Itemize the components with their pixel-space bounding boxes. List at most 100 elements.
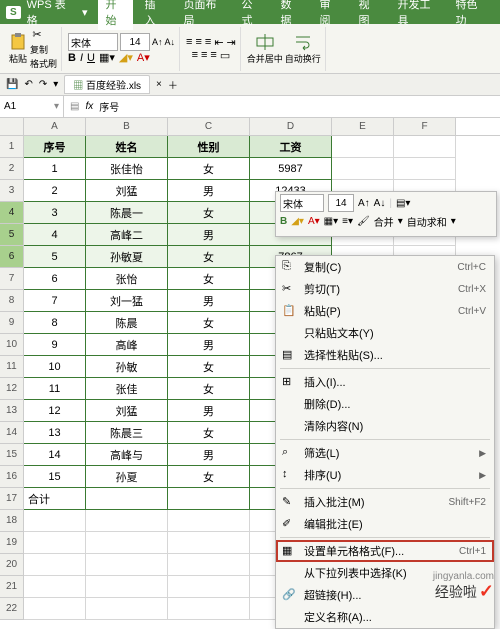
bold-button[interactable]: B: [68, 52, 76, 64]
cell[interactable]: [332, 158, 394, 180]
cell[interactable]: [24, 576, 86, 598]
qat-save-icon[interactable]: 💾: [6, 79, 18, 90]
cell[interactable]: 序号: [24, 136, 86, 158]
cell[interactable]: 1: [24, 158, 86, 180]
cell[interactable]: 男: [168, 290, 250, 312]
cell[interactable]: [394, 136, 456, 158]
menu-item[interactable]: ⊞插入(I)...: [276, 371, 494, 393]
row-header[interactable]: 6: [0, 246, 24, 268]
tab-close-icon[interactable]: ×: [156, 79, 162, 90]
menu-item[interactable]: ⌕筛选(L)▶: [276, 442, 494, 464]
insert-fn-icon[interactable]: ▤: [70, 101, 79, 112]
cell[interactable]: 张佳: [86, 378, 168, 400]
name-box[interactable]: A1 ▾: [0, 96, 64, 117]
row-header[interactable]: 8: [0, 290, 24, 312]
mini-format-icon[interactable]: ▤▾: [396, 198, 410, 209]
row-header[interactable]: 16: [0, 466, 24, 488]
cell[interactable]: 陈晨一: [86, 202, 168, 224]
cell[interactable]: 女: [168, 466, 250, 488]
border-button[interactable]: ▦▾: [99, 51, 115, 64]
mini-dec-font-icon[interactable]: A↓: [374, 198, 386, 209]
mini-fontcolor-icon[interactable]: A▾: [308, 216, 320, 227]
indent-inc-icon[interactable]: ⇥: [227, 36, 236, 49]
row-header[interactable]: 3: [0, 180, 24, 202]
qat-redo-icon[interactable]: ↷: [39, 79, 47, 90]
align-top-icon[interactable]: ≡: [186, 36, 192, 48]
cell[interactable]: [168, 532, 250, 554]
increase-font-icon[interactable]: A↑: [152, 37, 163, 47]
cell[interactable]: 女: [168, 378, 250, 400]
cell[interactable]: 男: [168, 334, 250, 356]
italic-button[interactable]: I: [80, 52, 83, 64]
cell[interactable]: 孙夏: [86, 466, 168, 488]
cut-button[interactable]: ✂: [30, 28, 57, 42]
cell[interactable]: 张佳怡: [86, 158, 168, 180]
tab-data[interactable]: 数据: [273, 0, 308, 30]
mini-autosum-button[interactable]: 自动求和: [407, 214, 447, 229]
cell[interactable]: 女: [168, 246, 250, 268]
row-header[interactable]: 7: [0, 268, 24, 290]
row-header[interactable]: 21: [0, 576, 24, 598]
cell[interactable]: 4: [24, 224, 86, 246]
qat-undo-icon[interactable]: ↶: [24, 79, 32, 90]
formula-content[interactable]: 序号: [99, 99, 119, 114]
format-painter-button[interactable]: 格式刷: [30, 57, 57, 70]
merge-split-icon[interactable]: ▭: [220, 49, 230, 62]
mini-merge-button[interactable]: 合并: [374, 214, 394, 229]
row-header[interactable]: 10: [0, 334, 24, 356]
col-header-b[interactable]: B: [86, 118, 168, 135]
cell[interactable]: [24, 532, 86, 554]
cell[interactable]: [86, 598, 168, 620]
font-color-button[interactable]: A▾: [137, 51, 150, 64]
tab-review[interactable]: 审阅: [312, 0, 347, 30]
autowrap-button[interactable]: 自动换行: [285, 32, 321, 65]
row-header[interactable]: 18: [0, 510, 24, 532]
cell[interactable]: 高峰: [86, 334, 168, 356]
cell[interactable]: 陈晨: [86, 312, 168, 334]
cell[interactable]: 高峰与: [86, 444, 168, 466]
cell[interactable]: 3: [24, 202, 86, 224]
menu-item[interactable]: 只粘贴文本(Y): [276, 322, 494, 344]
menu-item[interactable]: 定义名称(A)...: [276, 606, 494, 628]
row-header[interactable]: 2: [0, 158, 24, 180]
menu-item[interactable]: ✐编辑批注(E): [276, 513, 494, 535]
menu-item[interactable]: ✂剪切(T)Ctrl+X: [276, 278, 494, 300]
cell[interactable]: 刘一猛: [86, 290, 168, 312]
merge-center-button[interactable]: 合并居中: [247, 32, 283, 65]
menu-item[interactable]: ✎插入批注(M)Shift+F2: [276, 491, 494, 513]
mini-inc-font-icon[interactable]: A↑: [358, 198, 370, 209]
cell[interactable]: 张怡: [86, 268, 168, 290]
cell[interactable]: 女: [168, 312, 250, 334]
cell[interactable]: 6: [24, 268, 86, 290]
select-all-corner[interactable]: [0, 118, 24, 135]
row-header[interactable]: 12: [0, 378, 24, 400]
row-header[interactable]: 13: [0, 400, 24, 422]
cell[interactable]: 14: [24, 444, 86, 466]
tab-insert[interactable]: 插入: [137, 0, 172, 30]
tab-dev[interactable]: 开发工具: [390, 0, 444, 30]
namebox-dropdown-icon[interactable]: ▾: [54, 101, 59, 112]
cell[interactable]: 13: [24, 422, 86, 444]
indent-dec-icon[interactable]: ⇤: [214, 36, 223, 49]
cell[interactable]: 刘猛: [86, 400, 168, 422]
menu-item[interactable]: 清除内容(N): [276, 415, 494, 437]
cell[interactable]: 女: [168, 268, 250, 290]
cell[interactable]: 男: [168, 444, 250, 466]
titlebar-dropdown-icon[interactable]: ▾: [82, 6, 88, 19]
col-header-e[interactable]: E: [332, 118, 394, 135]
mini-bold[interactable]: B: [280, 216, 287, 227]
row-header[interactable]: 20: [0, 554, 24, 576]
cell[interactable]: 女: [168, 158, 250, 180]
underline-button[interactable]: U: [87, 52, 95, 64]
cell[interactable]: 9: [24, 334, 86, 356]
cell[interactable]: [168, 554, 250, 576]
cell[interactable]: 姓名: [86, 136, 168, 158]
cell[interactable]: 孙敏: [86, 356, 168, 378]
cell[interactable]: 工资: [250, 136, 332, 158]
cell[interactable]: 7: [24, 290, 86, 312]
cell[interactable]: [168, 576, 250, 598]
row-header[interactable]: 11: [0, 356, 24, 378]
cell[interactable]: [24, 554, 86, 576]
row-header[interactable]: 22: [0, 598, 24, 620]
cell[interactable]: 5987: [250, 158, 332, 180]
